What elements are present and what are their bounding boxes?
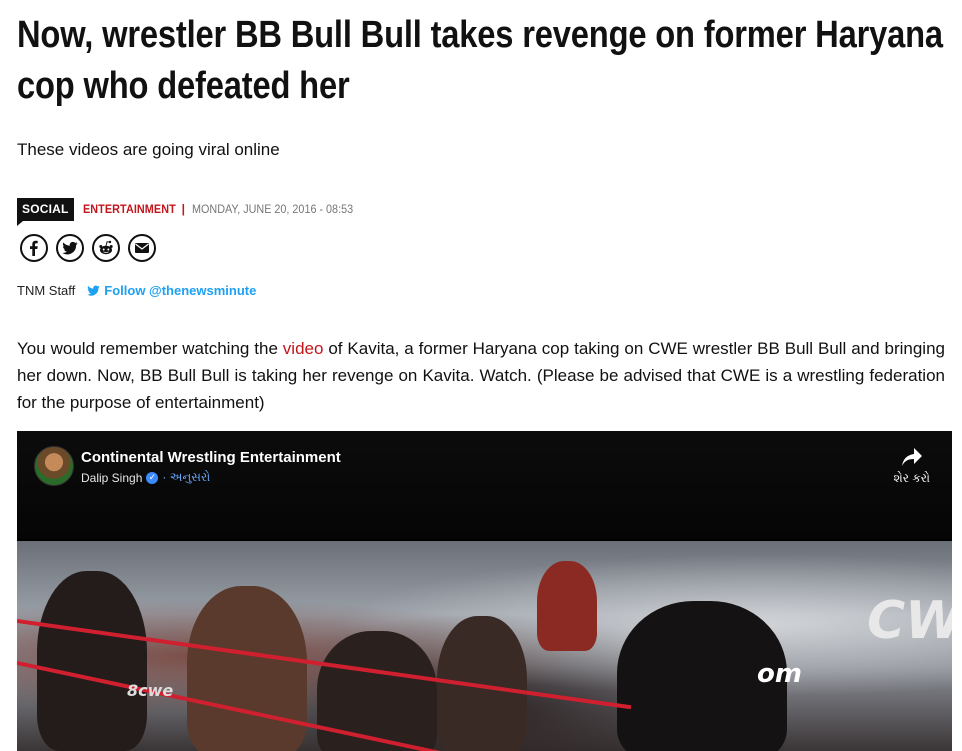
video-page-name[interactable]: Continental Wrestling Entertainment <box>81 449 341 466</box>
banner-text: 8cwe <box>127 681 174 700</box>
poster-name[interactable]: Dalip Singh <box>81 471 142 485</box>
author-name[interactable]: TNM Staff <box>17 283 75 298</box>
meta-separator: | <box>181 202 185 216</box>
facebook-icon <box>30 240 38 256</box>
video-share-button[interactable]: શેર કરો <box>894 447 930 486</box>
publish-date: MONDAY, JUNE 20, 2016 - 08:53 <box>191 202 354 216</box>
video-link[interactable]: video <box>283 339 324 358</box>
video-poster-row: Dalip Singh ✓ · અનુસરો <box>81 470 210 485</box>
poster-figure <box>537 561 597 651</box>
twitter-share-button[interactable] <box>56 234 84 262</box>
follow-label: Follow @thenewsminute <box>104 283 257 298</box>
subheadline: These videos are going viral online <box>17 140 280 159</box>
video-header: Continental Wrestling Entertainment Dali… <box>17 431 952 539</box>
reddit-icon <box>99 240 113 255</box>
headline: Now, wrestler BB Bull Bull takes revenge… <box>17 14 943 107</box>
wrestler-figure <box>317 631 437 751</box>
wrestler-figure <box>37 571 147 751</box>
banner-text: om <box>757 659 802 689</box>
article-meta: SOCIAL ENTERTAINMENT | MONDAY, JUNE 20, … <box>17 196 371 226</box>
banner-text: CW <box>867 591 952 651</box>
embedded-video[interactable]: Continental Wrestling Entertainment Dali… <box>17 431 952 751</box>
video-frame[interactable]: CW om 8cwe <box>17 541 952 751</box>
byline: TNM Staff Follow @thenewsminute <box>17 283 256 298</box>
share-arrow-icon <box>901 448 922 466</box>
reddit-share-button[interactable] <box>92 234 120 262</box>
category-link[interactable]: ENTERTAINMENT <box>83 202 176 216</box>
email-icon <box>135 243 149 253</box>
body-text-before: You would remember watching the <box>17 339 283 358</box>
twitter-follow-link[interactable]: Follow @thenewsminute <box>87 283 256 298</box>
share-buttons <box>20 234 156 262</box>
email-share-button[interactable] <box>128 234 156 262</box>
follow-page-link[interactable]: · અનુસરો <box>162 470 210 485</box>
article-body: You would remember watching the video of… <box>17 335 945 416</box>
twitter-icon <box>62 241 78 255</box>
share-label: શેર કરો <box>893 471 930 485</box>
section-tag[interactable]: SOCIAL <box>17 197 74 226</box>
twitter-icon <box>87 285 100 296</box>
avatar[interactable] <box>34 446 74 486</box>
wrestler-figure <box>187 586 307 751</box>
verified-icon: ✓ <box>146 471 159 484</box>
facebook-share-button[interactable] <box>20 234 48 262</box>
